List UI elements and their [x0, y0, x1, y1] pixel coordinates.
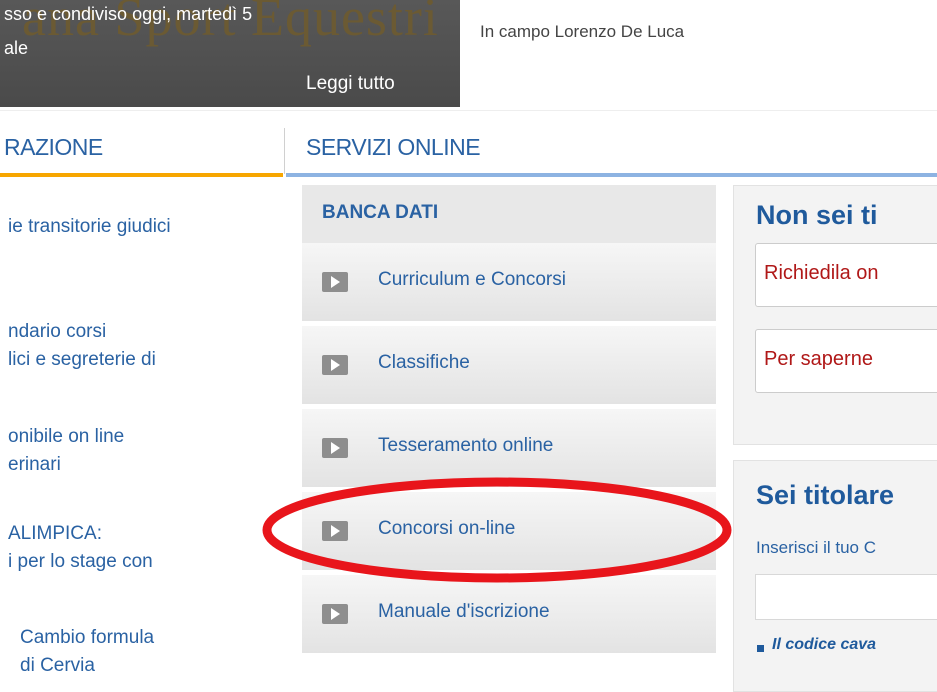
news-link-text: ie transitorie giudici	[8, 216, 171, 237]
banca-dati-title: BANCA DATI	[302, 185, 716, 243]
news-link-2[interactable]: ndario corsi lici e segreterie di	[8, 318, 156, 374]
news-link-text: di Cervia	[20, 655, 95, 676]
news-link-text: lici e segreterie di	[8, 349, 156, 370]
play-icon	[322, 438, 348, 458]
richiedila-online-button[interactable]: Richiedila on	[755, 243, 937, 307]
button-label: Richiedila on	[764, 262, 879, 284]
divider	[0, 110, 937, 111]
play-icon	[322, 604, 348, 624]
left-heading-underline	[0, 173, 283, 177]
banner-text-line2: ale	[4, 38, 29, 58]
news-link-text: i per lo stage con	[8, 551, 153, 572]
member-code-input[interactable]	[755, 574, 937, 620]
play-icon	[322, 521, 348, 541]
news-caption[interactable]: In campo Lorenzo De Luca	[480, 22, 684, 42]
non-titolare-title: Non sei ti	[756, 200, 878, 230]
menu-item-label: Concorsi on-line	[378, 518, 516, 539]
menu-item-classifiche[interactable]: Classifiche	[302, 326, 716, 409]
menu-item-label: Curriculum e Concorsi	[378, 269, 566, 290]
square-bullet-icon	[757, 645, 764, 652]
news-link-text: ALIMPICA:	[8, 523, 102, 544]
news-link-3[interactable]: onibile on line erinari	[8, 423, 124, 479]
news-link-1[interactable]: ie transitorie giudici	[8, 213, 171, 241]
titolare-intro: Inserisci il tuo C	[756, 538, 876, 557]
menu-item-label: Manuale d'iscrizione	[378, 601, 550, 622]
news-link-text: onibile on line	[8, 426, 125, 447]
menu-item-label: Tesseramento online	[378, 435, 554, 456]
news-link-text: Cambio formula	[20, 627, 155, 648]
menu-item-concorsi-on-line[interactable]: Concorsi on-line	[302, 492, 716, 575]
news-banner[interactable]: ana Sport Equestri sso e condiviso oggi,…	[0, 0, 460, 107]
titolare-title: Sei titolare	[756, 480, 895, 510]
banca-dati-title-text: BANCA DATI	[322, 202, 439, 223]
news-link-text: erinari	[8, 454, 61, 475]
code-note: Il codice cava	[772, 636, 877, 653]
play-icon	[322, 355, 348, 375]
services-heading: SERVIZI ONLINE	[306, 134, 481, 160]
menu-item-label: Classifiche	[378, 352, 470, 373]
menu-item-manuale-iscrizione[interactable]: Manuale d'iscrizione	[302, 575, 716, 658]
menu-item-curriculum-e-concorsi[interactable]: Curriculum e Concorsi	[302, 243, 716, 326]
menu-item-tesseramento-online[interactable]: Tesseramento online	[302, 409, 716, 492]
news-link-4[interactable]: ALIMPICA: i per lo stage con	[8, 520, 153, 576]
left-column-heading: RAZIONE	[4, 134, 103, 160]
play-icon	[322, 272, 348, 292]
per-saperne-di-piu-button[interactable]: Per saperne	[755, 329, 937, 393]
news-link-text: ndario corsi	[8, 321, 107, 342]
column-separator	[284, 128, 285, 174]
banner-text-line1: sso e condiviso oggi, martedì 5	[4, 4, 253, 24]
button-label: Per saperne	[764, 348, 873, 370]
read-more-link[interactable]: Leggi tutto	[306, 73, 395, 95]
services-heading-underline	[286, 173, 937, 177]
